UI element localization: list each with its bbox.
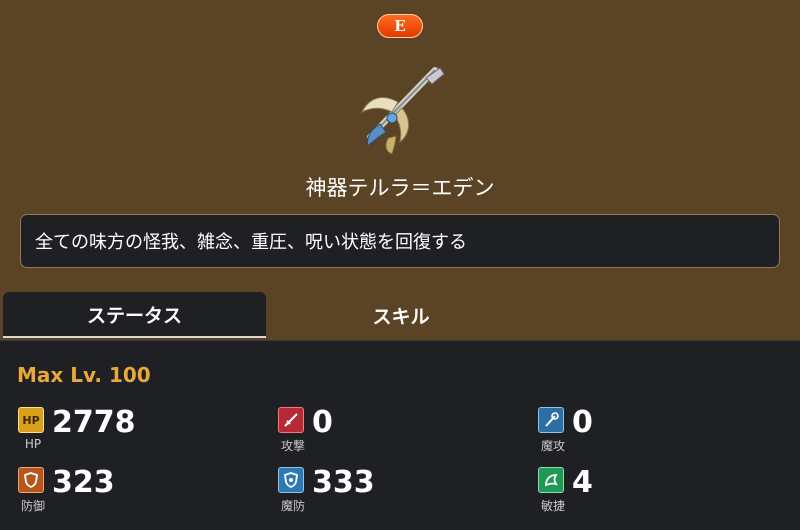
hp-icon: HP — [18, 407, 44, 433]
stat-hp: HP HP 2778 — [18, 405, 258, 457]
defense-icon — [18, 467, 44, 493]
attack-icon — [278, 407, 304, 433]
stat-label: 魔防 — [280, 499, 305, 513]
stat-value: 0 — [572, 405, 593, 440]
tab-bar: ステータス スキル — [0, 292, 800, 338]
stat-defense: 防御 323 — [18, 465, 258, 517]
description-text: 全ての味方の怪我、雑念、重圧、呪い状態を回復する — [35, 232, 467, 253]
agility-icon — [538, 467, 564, 493]
stat-label: HP — [24, 437, 42, 451]
stat-label: 敏捷 — [540, 499, 565, 513]
status-panel: Max Lv. 100 HP HP 2778 攻撃 0 魔攻 0 防御 323 … — [0, 340, 800, 530]
item-description: 全ての味方の怪我、雑念、重圧、呪い状態を回復する — [20, 214, 780, 268]
stat-agility: 敏捷 4 — [538, 465, 778, 517]
tab-skill[interactable]: スキル — [268, 292, 534, 338]
stat-value: 0 — [312, 405, 333, 440]
tab-status[interactable]: ステータス — [3, 292, 266, 338]
magic-attack-icon — [538, 407, 564, 433]
stat-magic-attack: 魔攻 0 — [538, 405, 778, 457]
stat-label: 魔攻 — [540, 439, 565, 453]
rarity-badge: E — [377, 14, 423, 38]
stat-value: 4 — [572, 465, 593, 500]
stat-value: 323 — [52, 465, 115, 500]
magic-defense-icon — [278, 467, 304, 493]
stat-attack: 攻撃 0 — [278, 405, 518, 457]
stat-magic-defense: 魔防 333 — [278, 465, 518, 517]
stat-label: 防御 — [20, 499, 45, 513]
stat-label: 攻撃 — [280, 439, 305, 453]
weapon-icon — [360, 67, 445, 155]
max-level: Max Lv. 100 — [17, 363, 151, 387]
stat-value: 333 — [312, 465, 375, 500]
item-name: 神器テルラ＝エデン — [305, 176, 495, 200]
stat-value: 2778 — [52, 405, 136, 440]
